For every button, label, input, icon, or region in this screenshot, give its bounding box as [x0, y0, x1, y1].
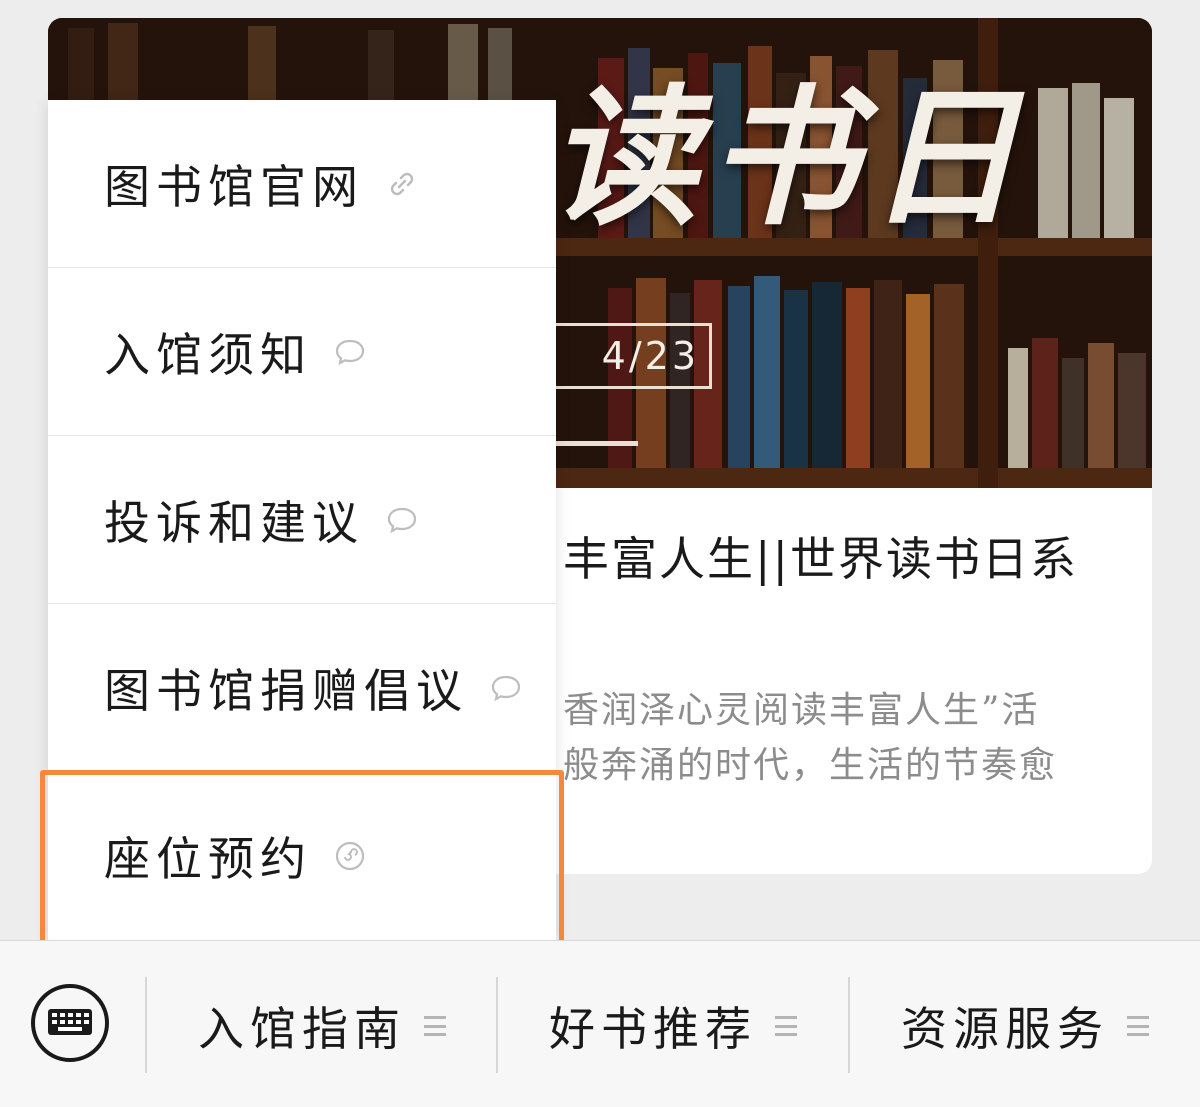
chat-bubble-icon [386, 504, 418, 536]
mini-program-icon [334, 840, 366, 872]
submenu-item-complaints-suggestions[interactable]: 投诉和建议 [48, 436, 556, 604]
banner-date: 4/23 [538, 323, 712, 389]
submenu-item-label: 入馆须知 [104, 327, 312, 382]
submenu-item-label: 图书馆捐赠倡议 [104, 663, 468, 718]
submenu-item-entry-notice[interactable]: 入馆须知 [48, 268, 556, 436]
keyboard-icon[interactable] [30, 983, 110, 1063]
menu-lines-icon [1127, 1016, 1149, 1036]
submenu-item-label: 投诉和建议 [104, 495, 364, 550]
banner-divider [548, 441, 638, 446]
menu-lines-icon [424, 1016, 446, 1036]
menu-lines-icon [775, 1016, 797, 1036]
bottom-menu-bar: 入馆指南 好书推荐 资源服务 [0, 940, 1200, 1107]
submenu-item-donation-initiative[interactable]: 图书馆捐赠倡议 [48, 604, 556, 772]
menu-tab-label: 资源服务 [901, 1002, 1109, 1056]
article-summary: 香润泽心灵阅读丰富人生”活 般奔涌的时代，生活的节奏愈 [563, 683, 1143, 793]
article-summary-line: 香润泽心灵阅读丰富人生”活 [563, 690, 1040, 731]
article-summary-line: 般奔涌的时代，生活的节奏愈 [563, 745, 1058, 786]
menu-tab-visit-guide[interactable]: 入馆指南 [147, 981, 497, 1071]
menu-tab-resource-services[interactable]: 资源服务 [850, 981, 1200, 1071]
submenu-popup: 图书馆官网 入馆须知 投诉和建议 图书馆捐赠倡议 座位预约 [48, 100, 556, 940]
chat-bubble-icon [490, 672, 522, 704]
banner-title: 读书日 [548, 70, 1029, 246]
submenu-item-seat-reservation[interactable]: 座位预约 [48, 772, 556, 940]
submenu-item-library-website[interactable]: 图书馆官网 [48, 100, 556, 268]
submenu-item-label: 图书馆官网 [104, 159, 364, 214]
menu-tab-label: 好书推荐 [549, 1002, 757, 1056]
submenu-item-label: 座位预约 [104, 832, 312, 886]
menu-tab-book-recommendations[interactable]: 好书推荐 [498, 981, 848, 1071]
chat-bubble-icon [334, 336, 366, 368]
link-icon [386, 168, 418, 200]
article-title[interactable]: 丰富人生||世界读书日系 [563, 523, 1078, 589]
menu-tab-label: 入馆指南 [198, 1002, 406, 1056]
wechat-official-account-page: 读书日 4/23 丰富人生||世界读书日系 香润泽心灵阅读丰富人生”活 般奔涌的… [0, 0, 1200, 1107]
